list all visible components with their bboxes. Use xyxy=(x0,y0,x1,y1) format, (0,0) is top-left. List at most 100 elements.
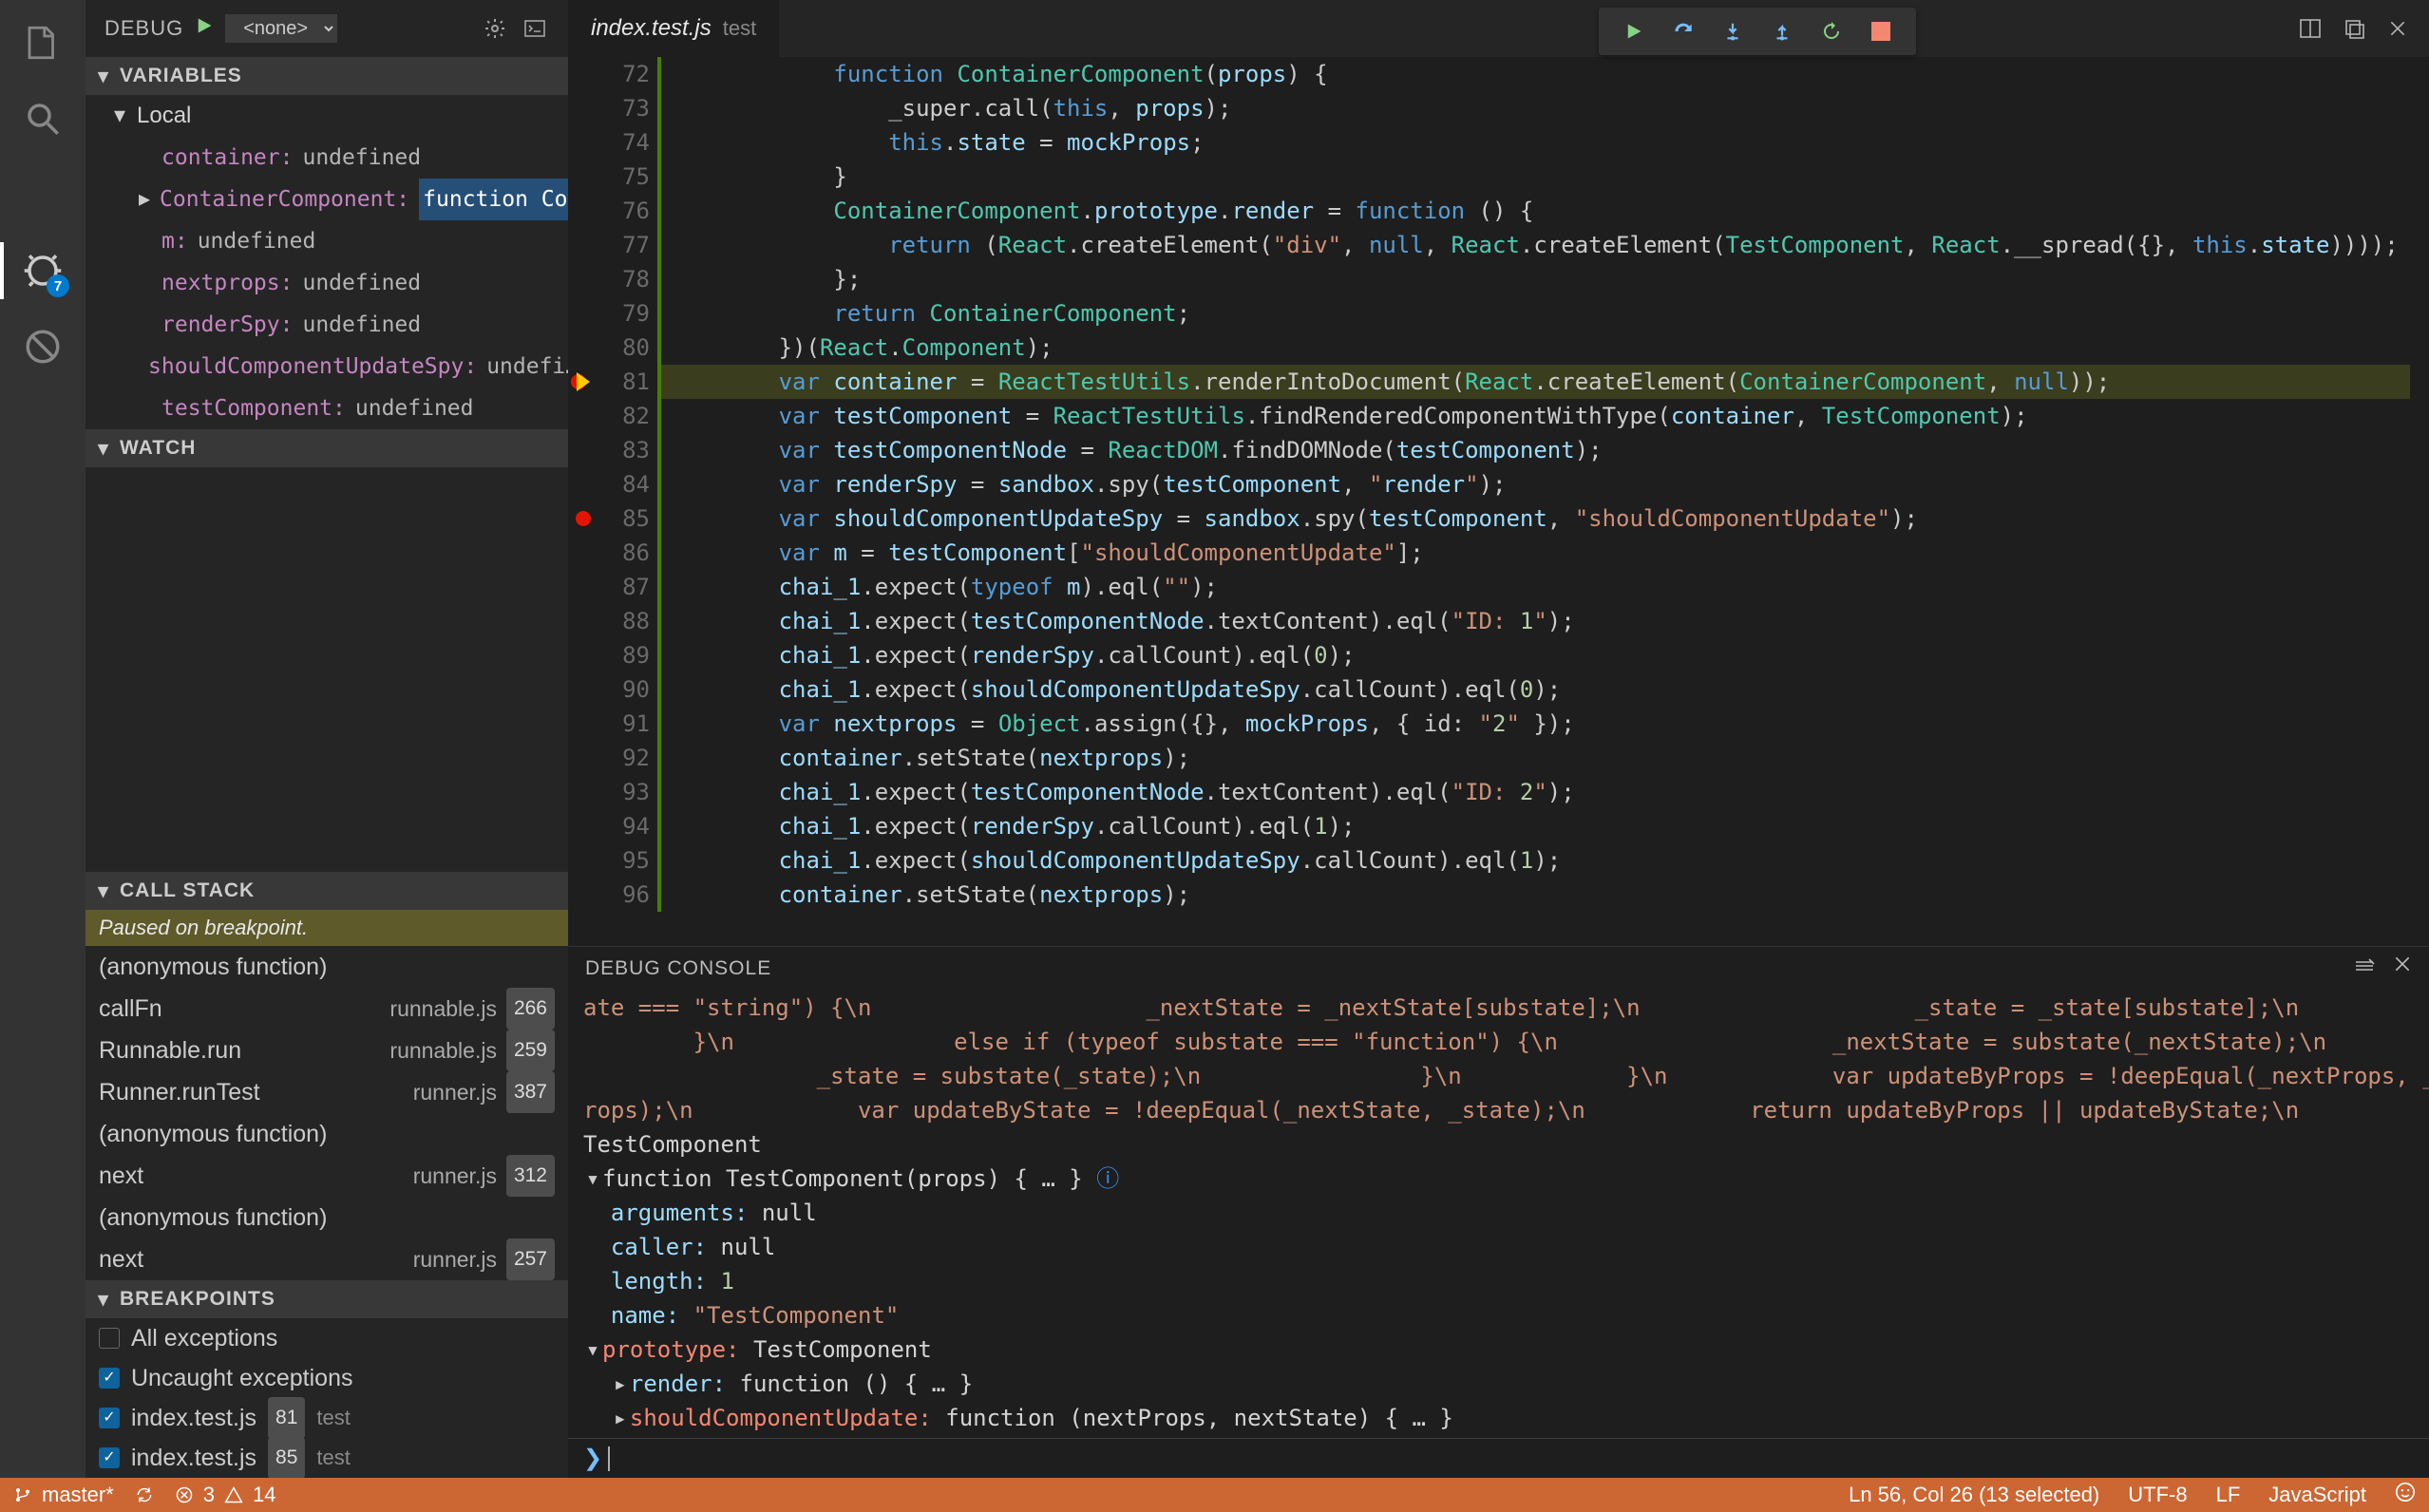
checkbox[interactable] xyxy=(99,1328,120,1349)
variable-row[interactable]: ▸ContainerComponent: function Con… xyxy=(85,179,568,220)
start-debug-icon[interactable] xyxy=(195,16,214,41)
stack-frame[interactable]: callFnrunnable.js266 xyxy=(85,988,568,1030)
close-panel-icon[interactable] xyxy=(2393,954,2412,983)
cursor-position[interactable]: Ln 56, Col 26 (13 selected) xyxy=(1849,1483,2099,1507)
show-opened-icon[interactable] xyxy=(2340,14,2368,43)
bp-line: 85 xyxy=(268,1437,305,1478)
code-line[interactable]: return ContainerComponent; xyxy=(657,296,2410,331)
bp-folder: test xyxy=(316,1397,350,1439)
split-editor-icon[interactable] xyxy=(2296,14,2325,43)
breakpoint-row[interactable]: index.test.js85test xyxy=(85,1438,568,1478)
code-line[interactable]: return (React.createElement("div", null,… xyxy=(657,228,2410,262)
problems[interactable]: 3 14 xyxy=(175,1483,276,1507)
console-object-row[interactable]: ▾function TestComponent(props) { … } ⓘ xyxy=(583,1162,2414,1196)
variable-row[interactable]: m: undefined xyxy=(85,220,568,262)
code-line[interactable]: var nextprops = Object.assign({}, mockPr… xyxy=(657,707,2410,741)
code-line[interactable]: chai_1.expect(typeof m).eql(""); xyxy=(657,570,2410,604)
eol[interactable]: LF xyxy=(2216,1483,2241,1507)
section-variables-header[interactable]: ▾ VARIABLES xyxy=(85,57,568,95)
code-line[interactable]: var renderSpy = sandbox.spy(testComponen… xyxy=(657,467,2410,501)
code-content[interactable]: function ContainerComponent(props) { _su… xyxy=(657,57,2410,946)
explorer-icon[interactable] xyxy=(19,19,66,66)
console-object-row[interactable]: ▸render: function () { … } xyxy=(583,1367,2414,1401)
code-line[interactable]: ContainerComponent.prototype.render = fu… xyxy=(657,194,2410,228)
debug-config-select[interactable]: <none> xyxy=(225,14,337,43)
code-line[interactable]: } xyxy=(657,160,2410,194)
checkbox[interactable] xyxy=(99,1408,120,1428)
section-watch-header[interactable]: ▾ WATCH xyxy=(85,429,568,467)
stack-frame[interactable]: Runnable.runrunnable.js259 xyxy=(85,1030,568,1071)
language-mode[interactable]: JavaScript xyxy=(2268,1483,2366,1507)
stack-frame[interactable]: (anonymous function) xyxy=(85,1197,568,1238)
code-editor[interactable]: 7273747576777879808182838485868788899091… xyxy=(568,57,2429,946)
checkbox[interactable] xyxy=(99,1447,120,1468)
gear-icon[interactable] xyxy=(481,14,509,43)
code-line[interactable]: var testComponentNode = ReactDOM.findDOM… xyxy=(657,433,2410,467)
code-line[interactable]: container.setState(nextprops); xyxy=(657,741,2410,775)
section-breakpoints-header[interactable]: ▾ BREAKPOINTS xyxy=(85,1280,568,1318)
bp-all-exceptions[interactable]: All exceptions xyxy=(85,1318,568,1358)
feedback-icon[interactable] xyxy=(2395,1482,2416,1508)
tab-index-test[interactable]: index.test.js test xyxy=(568,0,779,57)
bp-uncaught-exceptions[interactable]: Uncaught exceptions xyxy=(85,1358,568,1398)
stop-icon[interactable] xyxy=(1867,17,1895,46)
clear-console-icon[interactable] xyxy=(2353,954,2376,983)
code-line[interactable]: function ContainerComponent(props) { xyxy=(657,57,2410,91)
stack-frame[interactable]: nextrunner.js312 xyxy=(85,1155,568,1197)
git-branch[interactable]: master* xyxy=(13,1483,114,1507)
code-line[interactable]: _super.call(this, props); xyxy=(657,91,2410,125)
code-line[interactable]: chai_1.expect(shouldComponentUpdateSpy.c… xyxy=(657,843,2410,878)
minimap[interactable] xyxy=(2410,57,2429,946)
continue-icon[interactable] xyxy=(1620,17,1648,46)
code-line[interactable]: }; xyxy=(657,262,2410,296)
restart-icon[interactable] xyxy=(1817,17,1846,46)
stack-frame[interactable]: (anonymous function) xyxy=(85,946,568,988)
stack-frame[interactable]: nextrunner.js257 xyxy=(85,1238,568,1280)
step-into-icon[interactable] xyxy=(1718,17,1747,46)
code-line[interactable]: container.setState(nextprops); xyxy=(657,878,2410,912)
code-line[interactable]: chai_1.expect(renderSpy.callCount).eql(0… xyxy=(657,638,2410,672)
breakpoint-row[interactable]: index.test.js81test xyxy=(85,1398,568,1438)
search-icon[interactable] xyxy=(19,95,66,142)
scope-local[interactable]: ▾ Local xyxy=(85,95,568,137)
step-over-icon[interactable] xyxy=(1669,17,1698,46)
frame-function: callFn xyxy=(99,988,162,1030)
checkbox[interactable] xyxy=(99,1368,120,1389)
variable-row[interactable]: nextprops: undefined xyxy=(85,262,568,304)
stack-frame[interactable]: (anonymous function) xyxy=(85,1113,568,1155)
code-line[interactable]: chai_1.expect(testComponentNode.textCont… xyxy=(657,604,2410,638)
console-object-row[interactable]: ▾prototype: TestComponent xyxy=(583,1332,2414,1367)
repl-input[interactable]: ❯ xyxy=(568,1438,2429,1478)
sync-icon[interactable] xyxy=(135,1485,154,1504)
code-line[interactable]: var container = ReactTestUtils.renderInt… xyxy=(657,365,2410,399)
section-callstack-header[interactable]: ▾ CALL STACK xyxy=(85,872,568,910)
scope-label: Local xyxy=(137,95,191,137)
stack-frame[interactable]: Runner.runTestrunner.js387 xyxy=(85,1071,568,1113)
code-line[interactable]: var testComponent = ReactTestUtils.findR… xyxy=(657,399,2410,433)
encoding[interactable]: UTF-8 xyxy=(2128,1483,2187,1507)
debug-icon[interactable]: 7 xyxy=(19,247,66,294)
code-line[interactable]: chai_1.expect(renderSpy.callCount).eql(1… xyxy=(657,809,2410,843)
variable-row[interactable]: container: undefined xyxy=(85,137,568,179)
callstack-body: (anonymous function)callFnrunnable.js266… xyxy=(85,946,568,1280)
step-out-icon[interactable] xyxy=(1768,17,1796,46)
code-line[interactable]: var m = testComponent["shouldComponentUp… xyxy=(657,536,2410,570)
console-object-row[interactable]: ▸shouldComponentUpdate: function (nextPr… xyxy=(583,1401,2414,1435)
code-line[interactable]: this.state = mockProps; xyxy=(657,125,2410,160)
glyph-margin[interactable] xyxy=(568,57,598,946)
code-line[interactable]: chai_1.expect(shouldComponentUpdateSpy.c… xyxy=(657,672,2410,707)
close-icon[interactable] xyxy=(2383,14,2412,43)
bp-label: All exceptions xyxy=(131,1318,277,1359)
variable-row[interactable]: renderSpy: undefined xyxy=(85,304,568,346)
extensions-icon[interactable] xyxy=(19,323,66,370)
status-bar: master* 3 14 Ln 56, Col 26 (13 selected)… xyxy=(0,1478,2429,1512)
source-control-icon[interactable] xyxy=(19,171,66,218)
variable-row[interactable]: testComponent: undefined xyxy=(85,387,568,429)
console-icon[interactable] xyxy=(521,14,549,43)
code-line[interactable]: chai_1.expect(testComponentNode.textCont… xyxy=(657,775,2410,809)
console-output[interactable]: ate === "string") {\n _nextState = _next… xyxy=(568,991,2429,1438)
code-line[interactable]: var shouldComponentUpdateSpy = sandbox.s… xyxy=(657,501,2410,536)
code-line[interactable]: })(React.Component); xyxy=(657,331,2410,365)
info-icon[interactable]: ⓘ xyxy=(1096,1165,1119,1192)
variable-row[interactable]: shouldComponentUpdateSpy: undefi… xyxy=(85,346,568,387)
